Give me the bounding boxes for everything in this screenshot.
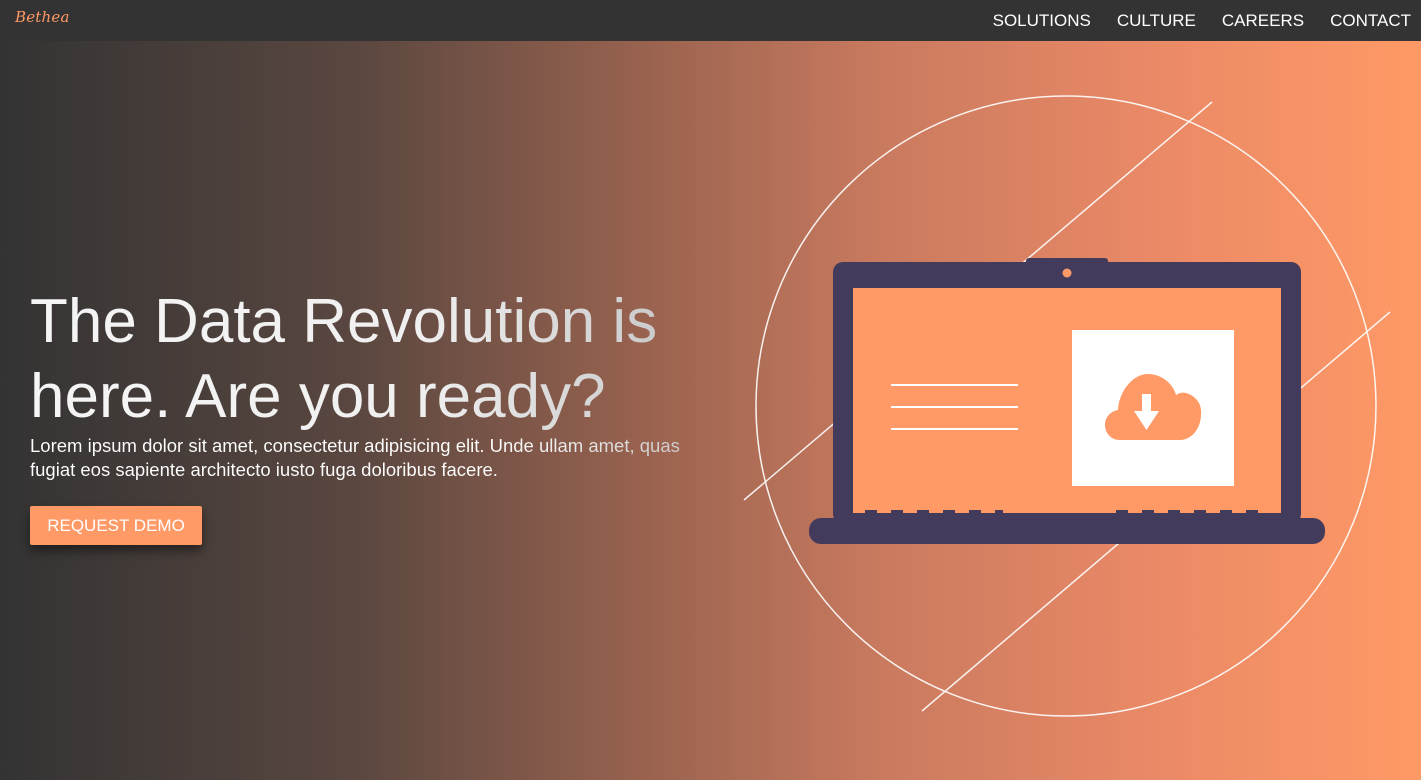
navbar: Bethea SOLUTIONS CULTURE CAREERS CONTACT	[0, 0, 1421, 41]
hero-section: The Data Revolution is here. Are you rea…	[0, 41, 1421, 780]
nav-link-solutions[interactable]: SOLUTIONS	[993, 11, 1091, 31]
laptop-icon	[809, 258, 1325, 544]
nav-links: SOLUTIONS CULTURE CAREERS CONTACT	[967, 0, 1411, 41]
brand-logo[interactable]: Bethea	[15, 8, 70, 26]
nav-link-careers[interactable]: CAREERS	[1222, 11, 1304, 31]
nav-link-culture[interactable]: CULTURE	[1117, 11, 1196, 31]
hero-illustration	[743, 95, 1391, 717]
nav-link-contact[interactable]: CONTACT	[1330, 11, 1411, 31]
